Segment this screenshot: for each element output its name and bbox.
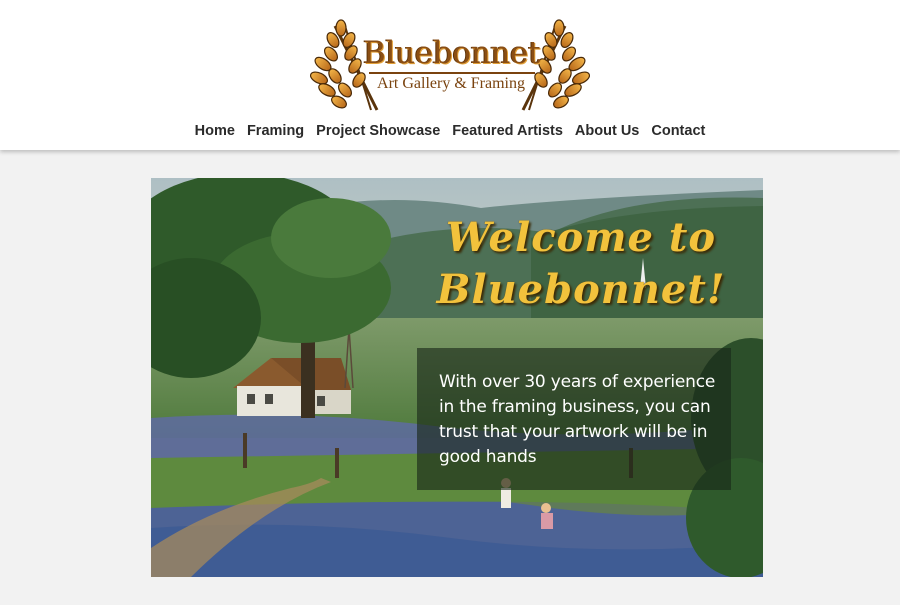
intro-text: With over 30 years of experience in the … (439, 372, 716, 467)
logo-subtitle: Art Gallery & Framing (377, 75, 525, 92)
hero-banner: Welcome to Bluebonnet! With over 30 year… (151, 178, 763, 577)
main-nav: Home Framing Project Showcase Featured A… (0, 121, 900, 141)
nav-featured-artists[interactable]: Featured Artists (452, 121, 563, 141)
welcome-headline: Welcome to Bluebonnet! (421, 212, 741, 316)
nav-about-us[interactable]: About Us (575, 121, 639, 141)
nav-home[interactable]: Home (195, 121, 235, 141)
nav-framing[interactable]: Framing (247, 121, 304, 141)
intro-overlay: With over 30 years of experience in the … (417, 348, 731, 490)
logo[interactable]: Bluebonnet Art Gallery & Framing (305, 18, 595, 114)
nav-contact[interactable]: Contact (651, 121, 705, 141)
site-header: Bluebonnet Art Gallery & Framing Home Fr… (0, 0, 900, 150)
logo-title: Bluebonnet (363, 35, 541, 71)
welcome-line-1: Welcome to (445, 214, 717, 261)
nav-project-showcase[interactable]: Project Showcase (316, 121, 440, 141)
welcome-line-2: Bluebonnet! (436, 266, 726, 313)
